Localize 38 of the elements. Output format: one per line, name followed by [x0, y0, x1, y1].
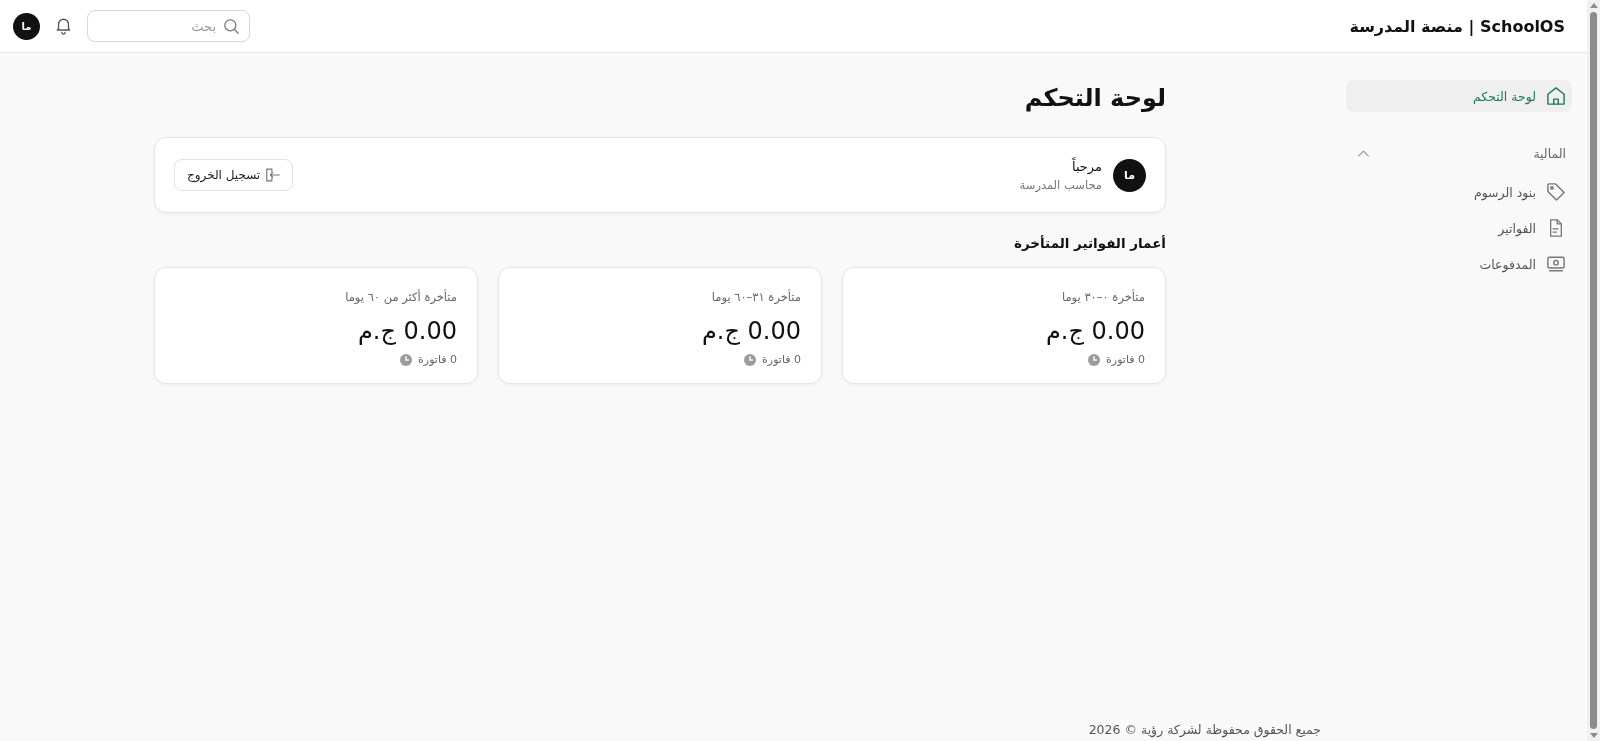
user-role: محاسب المدرسة: [1019, 176, 1102, 193]
tag-icon: [1547, 183, 1565, 201]
clock-icon: [1088, 354, 1101, 366]
nav-link[interactable]: المدفوعات: [1346, 248, 1572, 280]
logout-icon: [266, 168, 281, 182]
nav-link[interactable]: بنود الرسوم: [1346, 176, 1572, 208]
notifications-button[interactable]: [55, 17, 72, 35]
invoice-count: 0 فاتورة: [418, 352, 457, 368]
nav-link[interactable]: لوحة التحكم: [1346, 80, 1572, 112]
search-field[interactable]: بحث: [87, 10, 250, 42]
money-icon: [1547, 255, 1565, 273]
aging-label: متأخرة ٠–٣٠ يوما: [1061, 288, 1145, 306]
invoice-count: 0 فاتورة: [1106, 352, 1145, 368]
clock-icon: [744, 354, 757, 366]
amount-value: 0.00 ج.م: [357, 316, 457, 347]
invoice-count: 0 فاتورة: [762, 352, 801, 368]
nav-link[interactable]: الفواتير: [1346, 212, 1572, 244]
scrollbar-thumb[interactable]: [1590, 12, 1597, 729]
aging-label: متأخرة أكثر من ٦٠ يوما: [345, 288, 457, 306]
copyright-text: جميع الحقوق محفوظة لشركة رؤية © 2026: [1088, 722, 1321, 737]
search-icon: [224, 18, 239, 34]
scroll-down-icon[interactable]: [1589, 733, 1598, 738]
page-title: لوحة التحكم: [1023, 83, 1166, 114]
logout-button[interactable]: تسجيل الخروج: [174, 159, 294, 191]
aging-label: متأخرة ٣١–٦٠ يوما: [711, 288, 801, 306]
user-avatar[interactable]: ما: [13, 12, 40, 40]
amount-value: 0.00 ج.م: [701, 316, 801, 347]
bell-icon: [55, 17, 72, 35]
clock-icon: [400, 354, 413, 366]
amount-value: 0.00 ج.م: [1045, 316, 1145, 347]
greeting-text: مرحباً: [1070, 157, 1102, 175]
app-brand: SchoolOS | منصة المدرسة: [1349, 16, 1565, 36]
home-icon: [1547, 87, 1565, 105]
scroll-up-icon[interactable]: [1589, 3, 1598, 8]
file-icon: [1547, 219, 1565, 237]
menu-group-toggle[interactable]: المالية: [1346, 139, 1572, 167]
section-title: أعمار الفواتير المتأخرة: [1012, 234, 1166, 253]
user-avatar: ما: [1113, 158, 1146, 192]
